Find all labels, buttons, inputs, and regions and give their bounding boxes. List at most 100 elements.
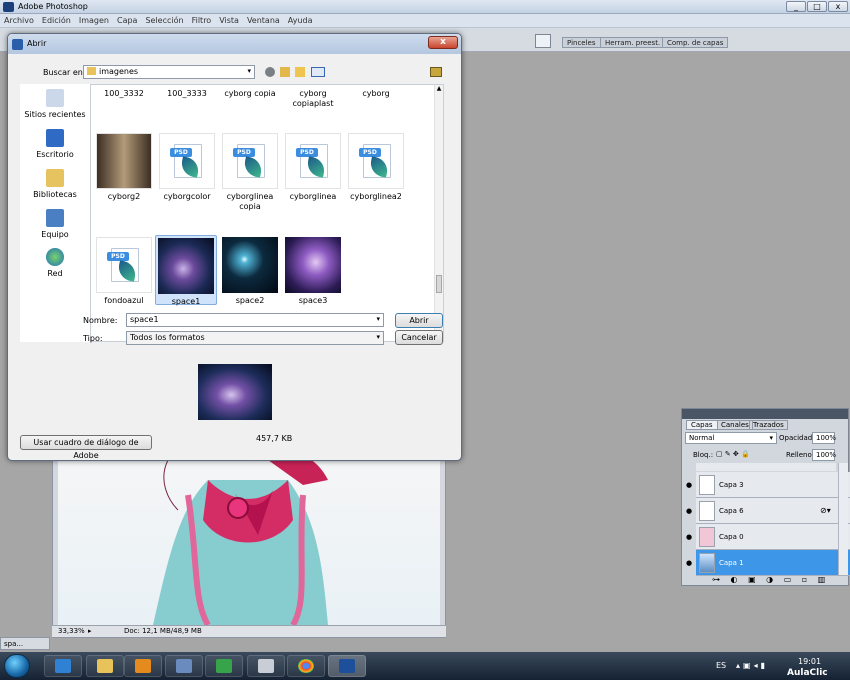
layer-thumbnail bbox=[699, 527, 715, 547]
layer-thumbnail bbox=[699, 553, 715, 573]
file-item[interactable]: space3 bbox=[282, 237, 344, 306]
layer-effects-icon[interactable]: ⊘▾ bbox=[820, 506, 831, 515]
tab-herram-preest[interactable]: Herram. preest. bbox=[600, 37, 666, 48]
layers-footer-icons[interactable]: ⊶ ◐ ▣ ◑ ▭ ▫ ▥ bbox=[712, 575, 829, 584]
opacity-value: 100% bbox=[816, 434, 837, 442]
place-recent[interactable]: Sitios recientes bbox=[20, 89, 90, 119]
tab-canales[interactable]: Canales bbox=[717, 420, 753, 430]
file-list-scrollbar[interactable]: ▲ ▼ bbox=[434, 85, 443, 341]
file-item-selected[interactable]: space1 bbox=[155, 235, 217, 306]
document-tab-label: spa... bbox=[4, 640, 24, 648]
open-button[interactable]: Abrir bbox=[395, 313, 443, 328]
taskbar-messenger[interactable] bbox=[205, 655, 243, 677]
layer-row[interactable]: Capa 0 bbox=[696, 524, 850, 550]
file-label: fondoazul bbox=[104, 296, 144, 305]
blend-mode-select[interactable]: Normal ▾ bbox=[685, 432, 777, 444]
visibility-eye-icon[interactable]: ● bbox=[686, 507, 694, 515]
file-item[interactable]: PSD cyborglinea2 bbox=[345, 133, 407, 202]
visibility-eye-icon[interactable]: ● bbox=[686, 559, 694, 567]
tray-icons[interactable]: ▴▣◂▮ bbox=[736, 661, 768, 670]
open-dialog: Abrir x Buscar en: imagenes ▾ Sitios reci… bbox=[7, 33, 462, 461]
view-menu-icon[interactable] bbox=[311, 67, 325, 77]
taskbar-ie[interactable] bbox=[44, 655, 82, 677]
menu-vista[interactable]: Vista bbox=[215, 14, 243, 27]
menu-seleccion[interactable]: Selección bbox=[141, 14, 187, 27]
up-folder-icon[interactable] bbox=[280, 67, 290, 77]
file-item[interactable]: cyborg2 bbox=[93, 133, 155, 202]
start-button[interactable] bbox=[4, 654, 30, 678]
layer-name: Capa 0 bbox=[719, 533, 744, 541]
opacity-input[interactable]: 100% bbox=[812, 432, 837, 444]
layers-scrollbar[interactable] bbox=[838, 463, 848, 575]
menu-imagen[interactable]: Imagen bbox=[75, 14, 113, 27]
file-label: cyborglinea2 bbox=[350, 192, 402, 201]
document-canvas[interactable] bbox=[58, 440, 440, 625]
file-item[interactable]: 100_3332 bbox=[93, 89, 155, 99]
file-thumbnail bbox=[222, 237, 278, 293]
taskbar-chrome[interactable] bbox=[287, 655, 325, 677]
menu-capa[interactable]: Capa bbox=[113, 14, 141, 27]
file-item[interactable]: cyborg copia bbox=[219, 89, 281, 99]
zoom-level[interactable]: 33,33% bbox=[58, 627, 85, 635]
watermark: AulaClic bbox=[787, 668, 828, 678]
tab-trazados[interactable]: Trazados bbox=[749, 420, 788, 430]
file-item[interactable]: space2 bbox=[219, 237, 281, 306]
visibility-eye-icon[interactable]: ● bbox=[686, 533, 694, 541]
document-tab[interactable]: spa... bbox=[0, 637, 50, 650]
scroll-up-icon[interactable]: ▲ bbox=[435, 85, 443, 94]
file-item[interactable]: PSD fondoazul bbox=[93, 237, 155, 306]
file-label: cyborg copia bbox=[224, 89, 276, 98]
taskbar-explorer[interactable] bbox=[86, 655, 124, 677]
file-type-select[interactable]: Todos los formatos ▾ bbox=[126, 331, 384, 345]
file-item[interactable]: PSD cyborglinea copia bbox=[219, 133, 281, 212]
fill-input[interactable]: 100% bbox=[812, 449, 836, 461]
close-button[interactable]: x bbox=[828, 1, 848, 12]
status-arrow-icon[interactable]: ▸ bbox=[88, 627, 92, 635]
adobe-dialog-button[interactable]: Usar cuadro de diálogo de Adobe bbox=[20, 435, 152, 460]
place-libraries[interactable]: Bibliotecas bbox=[20, 169, 90, 199]
file-item[interactable]: cyborg copiaplast bbox=[282, 89, 344, 109]
menu-archivo[interactable]: Archivo bbox=[0, 14, 38, 27]
place-network[interactable]: Red bbox=[20, 248, 90, 278]
menu-edicion[interactable]: Edición bbox=[38, 14, 75, 27]
taskbar-media[interactable] bbox=[124, 655, 162, 677]
back-icon[interactable] bbox=[265, 67, 275, 77]
menu-filtro[interactable]: Filtro bbox=[188, 14, 216, 27]
tab-comp-capas[interactable]: Comp. de capas bbox=[662, 37, 729, 48]
layer-row-selected[interactable]: Capa 1 bbox=[696, 550, 850, 576]
minimize-button[interactable]: _ bbox=[786, 1, 806, 12]
place-label: Equipo bbox=[41, 230, 69, 239]
new-folder-icon[interactable] bbox=[295, 67, 305, 77]
language-indicator[interactable]: ES bbox=[716, 661, 726, 670]
taskbar-photoshop[interactable] bbox=[328, 655, 366, 677]
place-computer[interactable]: Equipo bbox=[20, 209, 90, 239]
layers-panel-header bbox=[682, 409, 848, 419]
scroll-thumb[interactable] bbox=[436, 275, 442, 293]
camera-folder-icon[interactable] bbox=[430, 67, 442, 77]
lock-icons[interactable]: ▢ ✎ ✥ 🔒 bbox=[716, 450, 750, 458]
look-in-select[interactable]: imagenes ▾ bbox=[83, 65, 255, 79]
visibility-eye-icon[interactable]: ● bbox=[686, 481, 694, 489]
file-name-input[interactable]: space1 ▾ bbox=[126, 313, 384, 327]
file-item[interactable]: PSD cyborglinea bbox=[282, 133, 344, 202]
taskbar-app[interactable] bbox=[165, 655, 203, 677]
menu-ventana[interactable]: Ventana bbox=[243, 14, 284, 27]
place-desktop[interactable]: Escritorio bbox=[20, 129, 90, 159]
file-item[interactable]: PSD cyborgcolor bbox=[156, 133, 218, 202]
layer-row[interactable]: Capa 6 ⊘▾ bbox=[696, 498, 850, 524]
palette-well-icon[interactable] bbox=[535, 34, 551, 48]
taskbar-tool[interactable] bbox=[247, 655, 285, 677]
menu-ayuda[interactable]: Ayuda bbox=[284, 14, 317, 27]
tab-capas[interactable]: Capas bbox=[686, 420, 718, 430]
file-thumbnail bbox=[285, 237, 341, 293]
file-item[interactable]: cyborg bbox=[345, 89, 407, 99]
maximize-button[interactable]: □ bbox=[807, 1, 827, 12]
app-icon bbox=[176, 659, 192, 673]
file-item[interactable]: 100_3333 bbox=[156, 89, 218, 99]
cancel-button[interactable]: Cancelar bbox=[395, 330, 443, 345]
layer-thumbnail bbox=[699, 475, 715, 495]
dialog-close-button[interactable]: x bbox=[428, 36, 458, 49]
tab-pinceles[interactable]: Pinceles bbox=[562, 37, 601, 48]
folder-icon bbox=[97, 659, 113, 673]
layer-row[interactable]: Capa 3 bbox=[696, 472, 850, 498]
